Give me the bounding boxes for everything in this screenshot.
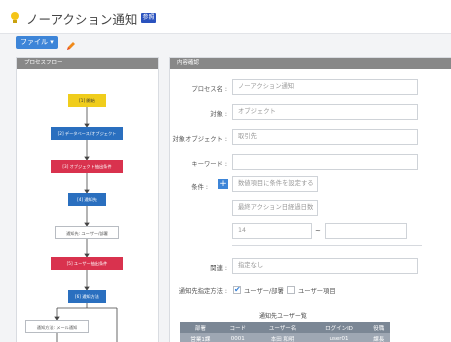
- table-cell: 課長: [367, 333, 390, 342]
- option-user-field-checkbox[interactable]: [287, 286, 295, 294]
- content-heading: 内容確認: [170, 58, 451, 69]
- flow-node-start[interactable]: [1] 開始: [68, 94, 106, 107]
- help-badge[interactable]: 参照: [141, 13, 156, 23]
- plus-icon[interactable]: +: [218, 179, 228, 189]
- flow-node-notify-method[interactable]: [6] 通知方法: [68, 290, 106, 303]
- file-menu-button[interactable]: ファイル ▾: [16, 36, 58, 49]
- column-header: ログインID: [310, 322, 368, 333]
- process-name-label: プロセス名 :: [191, 86, 227, 93]
- option-user-dept-label: ユーザー/部署: [244, 288, 284, 295]
- flow-node-recipient[interactable]: [4] 通知先: [68, 193, 106, 206]
- pencil-icon[interactable]: [65, 37, 76, 50]
- keyword-input[interactable]: [232, 154, 418, 170]
- users-table: 部署 コード ユーザー名 ログインID 役職 営業1課 0001 本田 和明 u…: [180, 322, 390, 342]
- table-cell: 営業1課: [180, 333, 221, 342]
- flow-note-recipient: 通知先: ユーザー/部署: [55, 226, 119, 239]
- page-header: ノーアクション通知 参照: [0, 0, 451, 34]
- flow-note-notify-method: 通知方法: メール通知: [25, 320, 89, 333]
- table-cell: 0001: [220, 333, 255, 342]
- related-field[interactable]: 指定なし: [232, 258, 418, 274]
- condition-placeholder-field[interactable]: 数値項目に条件を設定する: [232, 176, 318, 192]
- table-row[interactable]: 営業1課 0001 本田 和明 user01 課長: [180, 333, 390, 342]
- keyword-label: キーワード :: [191, 161, 227, 168]
- related-label: 関連 :: [210, 265, 227, 272]
- column-header: ユーザー名: [254, 322, 311, 333]
- process-name-field[interactable]: ノーアクション通知: [232, 79, 418, 95]
- process-flow-panel: プロセスフロー [1] 開始 [2] データベース/オブジェクト [3] オブジ…: [16, 57, 159, 342]
- target-field[interactable]: オブジェクト: [232, 104, 418, 120]
- flow-node-object-condition[interactable]: [3] オブジェクト抽出条件: [51, 160, 123, 173]
- page-title: ノーアクション通知: [26, 12, 138, 27]
- column-header: 役職: [367, 322, 390, 333]
- checkmark-icon: ✔: [234, 285, 241, 294]
- notify-method-label: 通知先指定方法 :: [178, 288, 227, 295]
- column-header: 部署: [180, 322, 221, 333]
- condition-to-value[interactable]: [325, 223, 407, 239]
- flow-node-user-condition[interactable]: [5] ユーザー抽出条件: [51, 257, 123, 270]
- range-tilde: ~: [315, 227, 321, 235]
- condition-separator: [232, 245, 422, 246]
- target-object-field[interactable]: 取引先: [232, 129, 418, 145]
- condition-label: 条件 :: [191, 184, 208, 191]
- flow-node-database[interactable]: [2] データベース/オブジェクト: [51, 127, 123, 140]
- process-flow-heading: プロセスフロー: [17, 58, 158, 69]
- condition-field-name[interactable]: 最終アクション日経過日数: [232, 200, 318, 216]
- table-cell: user01: [310, 333, 368, 342]
- table-cell: 本田 和明: [254, 333, 311, 342]
- condition-from-value[interactable]: 14: [232, 223, 312, 239]
- users-table-title: 通知先ユーザー覧: [259, 313, 307, 320]
- option-user-field-label: ユーザー項目: [298, 288, 336, 295]
- column-header: コード: [220, 322, 255, 333]
- lightbulb-icon: [10, 10, 20, 24]
- target-label: 対象 :: [210, 111, 227, 118]
- table-header-row: 部署 コード ユーザー名 ログインID 役職: [180, 322, 390, 333]
- target-object-label: 対象オブジェクト :: [172, 136, 228, 143]
